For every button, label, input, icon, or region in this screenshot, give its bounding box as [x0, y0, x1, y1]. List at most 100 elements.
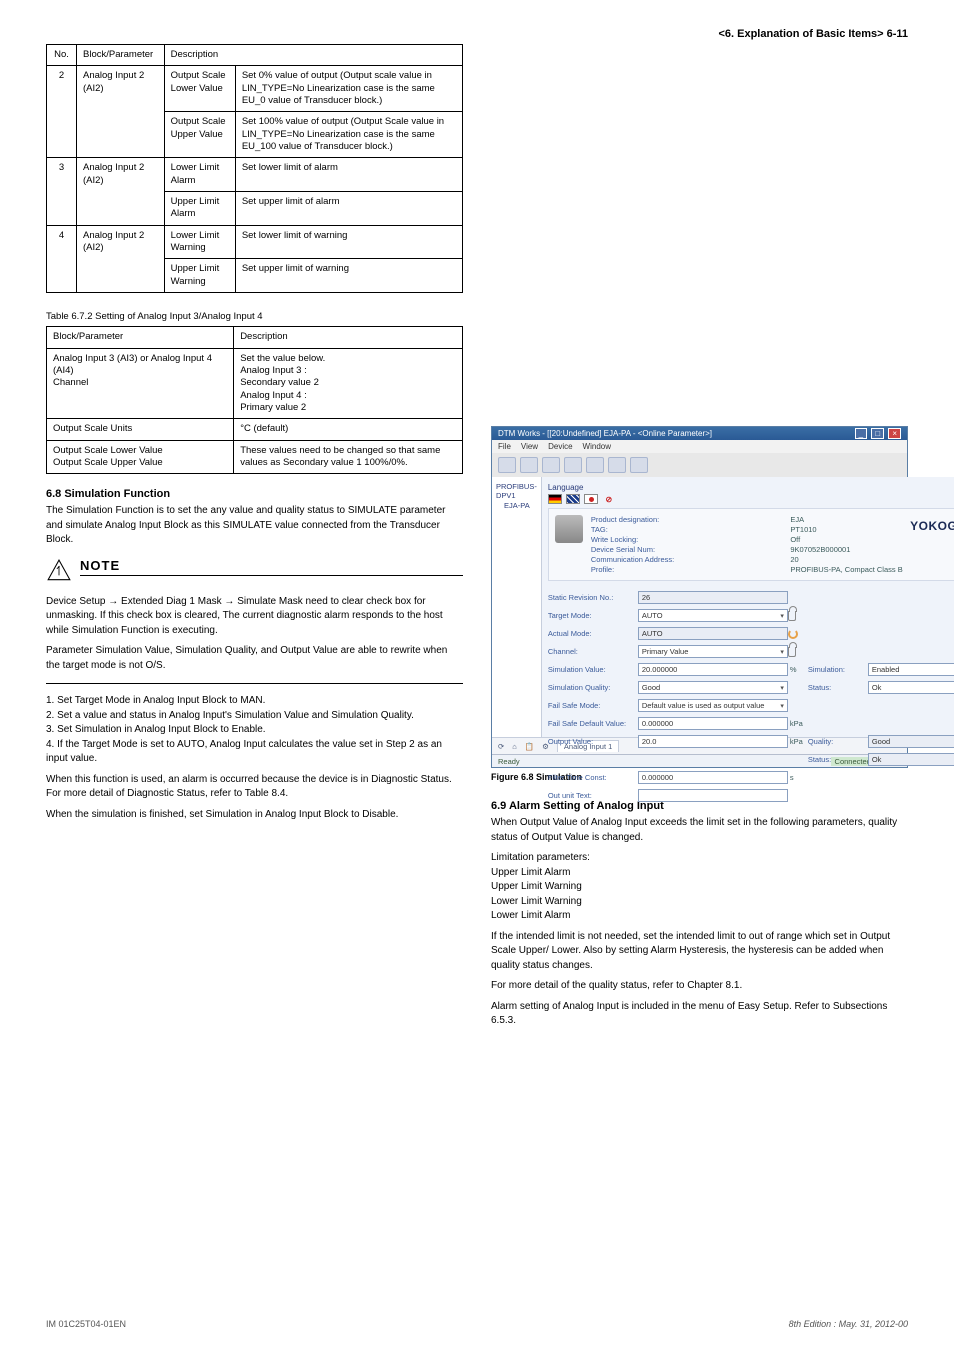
th-block: Block/Parameter — [77, 45, 165, 66]
hdr-key: TAG: — [591, 525, 776, 534]
menu-file[interactable]: File — [498, 442, 511, 451]
toolbar-btn[interactable] — [520, 457, 538, 473]
hdr-key: Write Locking: — [591, 535, 776, 544]
cell-block: Output Scale Lower Value Output Scale Up… — [47, 440, 234, 474]
cell-desc: These values need to be changed so that … — [234, 440, 463, 474]
lbl-status: Status: — [808, 683, 868, 692]
tab-icon[interactable]: ⌂ — [512, 742, 517, 751]
section-6-8-steps: 1. Set Target Mode in Analog Input Block… — [46, 694, 463, 767]
device-header-box: Product designation:EJA TAG:PT1010 Write… — [548, 508, 954, 581]
cell-no: 4 — [47, 225, 77, 292]
failsafe-mode-select[interactable]: Default value is used as output value — [638, 699, 788, 712]
status-select[interactable]: Ok — [868, 681, 954, 694]
actual-mode-value: AUTO — [638, 627, 788, 640]
cell-desc: Set 100% value of output (Output Scale v… — [235, 112, 462, 158]
cell-param: Lower Limit Alarm — [164, 158, 235, 192]
sim-quality-select[interactable]: Good — [638, 681, 788, 694]
lbl-target-mode: Target Mode: — [548, 611, 638, 620]
flag-jp-icon[interactable] — [584, 494, 598, 504]
tab-icon[interactable]: ⟳ — [498, 742, 504, 751]
sim-value-input[interactable]: 20.000000 — [638, 663, 788, 676]
lbl-output-value: Output Value: — [548, 737, 638, 746]
cell-param: Upper Limit Alarm — [164, 192, 235, 226]
simulation-select[interactable]: Enabled — [868, 663, 954, 676]
menu-window[interactable]: Window — [583, 442, 611, 451]
section-6-9-p2: Limitation parameters: Upper Limit Alarm… — [491, 851, 908, 924]
cell-block: Analog Input 3 (AI3) or Analog Input 4 (… — [47, 348, 234, 419]
flag-gb-icon[interactable] — [566, 494, 580, 504]
out-unit-input[interactable] — [638, 789, 788, 802]
quality-value: Good — [868, 735, 954, 748]
ready-label: Ready — [498, 757, 520, 766]
hdr-key: Product designation: — [591, 515, 776, 524]
unit: kPa — [788, 737, 808, 746]
cell-block: Analog Input 2 (AI2) — [77, 225, 165, 292]
unit: s — [788, 773, 808, 782]
yokogawa-logo: YOKOGAWA ◆ — [910, 517, 954, 534]
toolbar-btn[interactable] — [586, 457, 604, 473]
channel-select[interactable]: Primary Value — [638, 645, 788, 658]
cell-no: 2 — [47, 66, 77, 158]
parameter-form: Static Revision No.: 26 Target Mode: AUT… — [548, 591, 954, 802]
tree-root[interactable]: PROFIBUS-DPV1 — [496, 482, 537, 500]
th-desc: Description — [234, 327, 463, 348]
menu-view[interactable]: View — [521, 442, 538, 451]
lbl-status2: Status: — [808, 755, 868, 764]
device-tree: PROFIBUS-DPV1 EJA-PA — [492, 477, 542, 737]
unit: kPa — [788, 719, 808, 728]
abort-icon[interactable]: ⊘ — [602, 494, 616, 504]
tab-icon[interactable]: 📋 — [525, 742, 534, 751]
section-6-9-p5: Alarm setting of Analog Input is include… — [491, 1000, 908, 1029]
maximize-icon[interactable]: □ — [871, 428, 884, 439]
tree-device[interactable]: EJA-PA — [504, 501, 537, 510]
flag-de-icon[interactable] — [548, 494, 562, 504]
cell-desc: Set lower limit of alarm — [235, 158, 462, 192]
toolbar-btn[interactable] — [608, 457, 626, 473]
toolbar-btn[interactable] — [542, 457, 560, 473]
cell-param: Lower Limit Warning — [164, 225, 235, 259]
cell-param: Upper Limit Warning — [164, 259, 235, 293]
toolbar-btn[interactable] — [498, 457, 516, 473]
output-value-input[interactable]: 20.0 — [638, 735, 788, 748]
hdr-key: Communication Address: — [591, 555, 776, 564]
status2-value: Ok — [868, 753, 954, 766]
note-body-1: Device Setup → Extended Diag 1 Mask → Si… — [46, 595, 463, 639]
menu-bar: File View Device Window — [492, 440, 907, 453]
cell-param: Output Scale Upper Value — [164, 112, 235, 158]
close-icon[interactable]: × — [888, 428, 901, 439]
table-6-7-2-title: Table 6.7.2 Setting of Analog Input 3/An… — [46, 311, 463, 322]
refresh-icon[interactable] — [788, 629, 798, 639]
cell-desc: Set the value below. Analog Input 3 : Se… — [234, 348, 463, 419]
target-mode-select[interactable]: AUTO — [638, 609, 788, 622]
section-6-9-p4: For more detail of the quality status, r… — [491, 979, 908, 994]
language-label: Language — [548, 483, 954, 492]
minimize-icon[interactable]: _ — [855, 428, 867, 439]
th-desc: Description — [164, 45, 462, 66]
section-6-9-p1: When Output Value of Analog Input exceed… — [491, 816, 908, 845]
cell-block: Analog Input 2 (AI2) — [77, 158, 165, 225]
th-block: Block/Parameter — [47, 327, 234, 348]
cell-desc: Set lower limit of warning — [235, 225, 462, 259]
hdr-val: 9K07052B000001 — [790, 545, 954, 554]
hdr-key: Profile: — [591, 565, 776, 574]
toolbar-print-btn[interactable] — [630, 457, 648, 473]
toolbar-btn[interactable] — [564, 457, 582, 473]
hdr-val: PROFIBUS-PA, Compact Class B — [790, 565, 954, 574]
table-6-7-1-continued: No. Block/Parameter Description 2 Analog… — [46, 44, 463, 293]
lbl-simulation: Simulation: — [808, 665, 868, 674]
cell-desc: Set upper limit of alarm — [235, 192, 462, 226]
lock-icon — [788, 647, 796, 657]
cell-no: 3 — [47, 158, 77, 225]
chapter-header: <6. Explanation of Basic Items> 6-11 — [718, 28, 908, 40]
hdr-val: Off — [790, 535, 954, 544]
menu-device[interactable]: Device — [548, 442, 572, 451]
lbl-out-unit: Out unit Text: — [548, 791, 638, 800]
lbl-quality: Quality: — [808, 737, 868, 746]
failsafe-default-input[interactable]: 0.000000 — [638, 717, 788, 730]
lbl-static-rev: Static Revision No.: — [548, 593, 638, 602]
filter-time-input[interactable]: 0.000000 — [638, 771, 788, 784]
section-6-8-intro: The Simulation Function is to set the an… — [46, 504, 463, 548]
section-6-8-title: 6.8 Simulation Function — [46, 488, 463, 500]
cell-block: Analog Input 2 (AI2) — [77, 66, 165, 158]
th-no: No. — [47, 45, 77, 66]
